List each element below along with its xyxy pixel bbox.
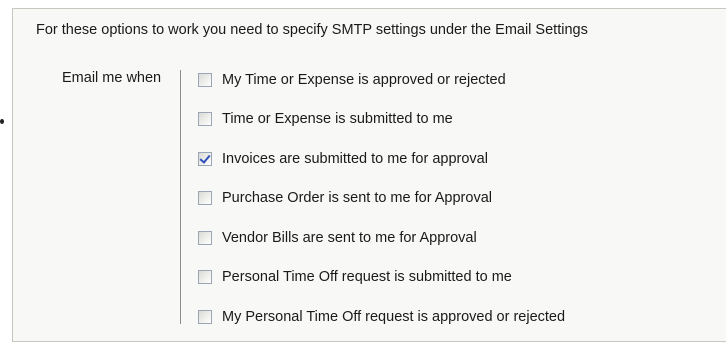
option-label: Time or Expense is submitted to me	[222, 111, 453, 127]
option-my-pto-request-approved[interactable]: My Personal Time Off request is approved…	[198, 306, 565, 327]
notification-settings-screen: For these options to work you need to sp…	[0, 0, 726, 346]
option-label: My Time or Expense is approved or reject…	[222, 71, 506, 88]
option-vendor-bills-sent[interactable]: Vendor Bills are sent to me for Approval	[198, 227, 565, 248]
smtp-requirement-note: For these options to work you need to sp…	[36, 22, 588, 38]
email-me-when-label: Email me when	[62, 70, 162, 86]
checkbox-time-expense-approved[interactable]	[198, 72, 212, 87]
checkbox-my-pto-request-approved[interactable]	[198, 309, 212, 324]
option-label: Invoices are submitted to me for approva…	[222, 150, 488, 167]
bullet-marker	[0, 119, 4, 124]
checkbox-time-expense-submitted[interactable]	[198, 112, 212, 126]
option-invoices-submitted[interactable]: Invoices are submitted to me for approva…	[198, 148, 565, 169]
option-pto-request-submitted[interactable]: Personal Time Off request is submitted t…	[198, 267, 565, 288]
checkbox-invoices-submitted[interactable]	[198, 151, 212, 166]
option-label: Vendor Bills are sent to me for Approval	[222, 229, 477, 246]
option-label: Personal Time Off request is submitted t…	[222, 269, 512, 285]
email-options-list: My Time or Expense is approved or reject…	[198, 69, 565, 346]
group-separator	[180, 70, 181, 324]
option-label: Purchase Order is sent to me for Approva…	[222, 190, 492, 206]
option-purchase-order-sent[interactable]: Purchase Order is sent to me for Approva…	[198, 188, 565, 209]
option-time-expense-approved[interactable]: My Time or Expense is approved or reject…	[198, 69, 565, 90]
checkbox-purchase-order-sent[interactable]	[198, 191, 212, 205]
option-time-expense-submitted[interactable]: Time or Expense is submitted to me	[198, 109, 565, 130]
option-label: My Personal Time Off request is approved…	[222, 308, 566, 325]
checkbox-vendor-bills-sent[interactable]	[198, 230, 212, 245]
checkbox-pto-request-submitted[interactable]	[198, 270, 212, 284]
